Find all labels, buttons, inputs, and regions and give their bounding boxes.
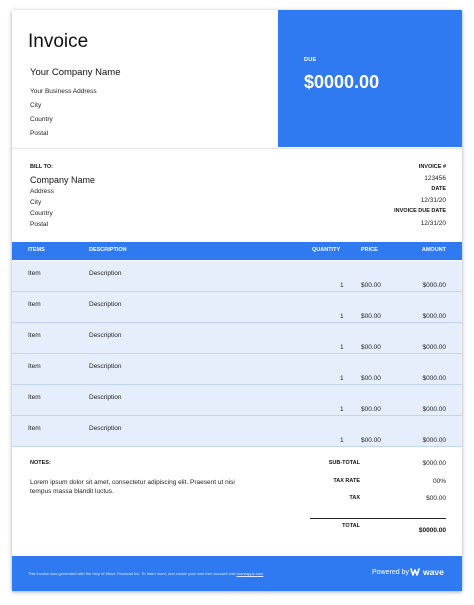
row-price: $00.00: [361, 344, 381, 351]
bill-to-label: BILL TO:: [30, 164, 54, 170]
row-quantity: 1: [340, 344, 344, 351]
row-amount: $000.00: [422, 344, 447, 351]
bill-to-city: City: [30, 199, 42, 206]
due-amount: $0000.00: [304, 72, 380, 92]
row-amount: $000.00: [422, 375, 447, 382]
invoice-date: 12/31/20: [420, 197, 446, 204]
row-price: $00.00: [361, 406, 381, 413]
row-amount: $000.00: [422, 282, 447, 289]
col-items: ITEMS: [28, 247, 45, 253]
footer-link[interactable]: waveapps.com: [237, 571, 264, 576]
table-row: Item Description 1 $00.00 $000.00: [12, 323, 462, 354]
row-description: Description: [89, 425, 122, 432]
company-city: City: [30, 102, 42, 109]
row-quantity: 1: [340, 282, 344, 289]
table-row: Item Description 1 $00.00 $000.00: [12, 354, 462, 385]
notes-text: Lorem ipsum dolor sit amet, consectetur …: [30, 479, 235, 495]
table-row: Item Description 1 $00.00 $000.00: [12, 416, 462, 447]
date-label: DATE: [431, 186, 446, 192]
wave-brand[interactable]: wave: [423, 567, 444, 577]
row-quantity: 1: [340, 437, 344, 444]
row-quantity: 1: [340, 375, 344, 382]
table-row: Item Description 1 $00.00 $000.00: [12, 292, 462, 323]
totals-divider: [310, 518, 446, 519]
company-postal: Postal: [30, 130, 49, 137]
header-divider: [12, 148, 462, 149]
col-quantity: QUANTITY: [312, 247, 341, 253]
row-price: $00.00: [361, 375, 381, 382]
footer-note: This invoice was generated with the help…: [28, 571, 263, 576]
row-price: $00.00: [361, 313, 381, 320]
row-item: Item: [28, 363, 41, 370]
tax-value: $00.00: [426, 495, 446, 502]
footer-text: This invoice was generated with the help…: [28, 571, 236, 576]
company-address: Your Business Address: [30, 88, 97, 95]
footer-bar: This invoice was generated with the help…: [12, 556, 462, 591]
row-item: Item: [28, 270, 41, 277]
row-price: $00.00: [361, 437, 381, 444]
row-amount: $000.00: [422, 313, 447, 320]
row-item: Item: [28, 425, 41, 432]
bill-to-address: Address: [30, 188, 54, 195]
col-price: PRICE: [361, 247, 378, 253]
amount-due-panel: DUE $0000.00: [278, 10, 462, 147]
bill-to-postal: Postal: [30, 221, 49, 228]
total-value: $0000.00: [418, 527, 446, 534]
subtotal-label: SUB-TOTAL: [328, 460, 360, 466]
invoice-title: Invoice: [28, 31, 89, 52]
due-date-label: INVOICE DUE DATE: [394, 208, 446, 214]
row-description: Description: [89, 301, 122, 308]
row-item: Item: [28, 301, 41, 308]
items-table-header: ITEMS DESCRIPTION QUANTITY PRICE AMOUNT: [12, 242, 462, 260]
tax-rate-value: 00%: [432, 478, 446, 485]
invoice-number: 123456: [424, 175, 446, 182]
tax-rate-label: TAX RATE: [333, 478, 360, 484]
row-description: Description: [89, 394, 122, 401]
row-amount: $000.00: [422, 406, 447, 413]
col-description: DESCRIPTION: [89, 247, 127, 253]
bill-to-company: Company Name: [30, 175, 96, 185]
row-description: Description: [89, 363, 122, 370]
subtotal-value: $000.00: [422, 460, 447, 467]
invoice-sheet: Invoice Your Company Name Your Business …: [12, 10, 462, 591]
row-description: Description: [89, 332, 122, 339]
row-item: Item: [28, 332, 41, 339]
row-amount: $000.00: [422, 437, 447, 444]
table-row: Item Description 1 $00.00 $000.00: [12, 261, 462, 292]
row-price: $00.00: [361, 282, 381, 289]
row-quantity: 1: [340, 313, 344, 320]
invoice-number-label: INVOICE #: [418, 164, 446, 170]
row-quantity: 1: [340, 406, 344, 413]
row-description: Description: [89, 270, 122, 277]
invoice-due-date: 12/31/20: [420, 220, 446, 227]
row-item: Item: [28, 394, 41, 401]
bill-to-country: Country: [30, 210, 53, 217]
wave-logo-icon: [410, 568, 420, 576]
total-label: TOTAL: [342, 523, 360, 529]
company-country: Country: [30, 116, 53, 123]
col-amount: AMOUNT: [421, 247, 446, 253]
powered-by-label: Powered by: [372, 569, 409, 576]
due-label: DUE: [304, 57, 317, 63]
company-name: Your Company Name: [30, 67, 121, 78]
table-row: Item Description 1 $00.00 $000.00: [12, 385, 462, 416]
tax-label: TAX: [349, 495, 360, 501]
notes-label: NOTES:: [30, 460, 51, 466]
